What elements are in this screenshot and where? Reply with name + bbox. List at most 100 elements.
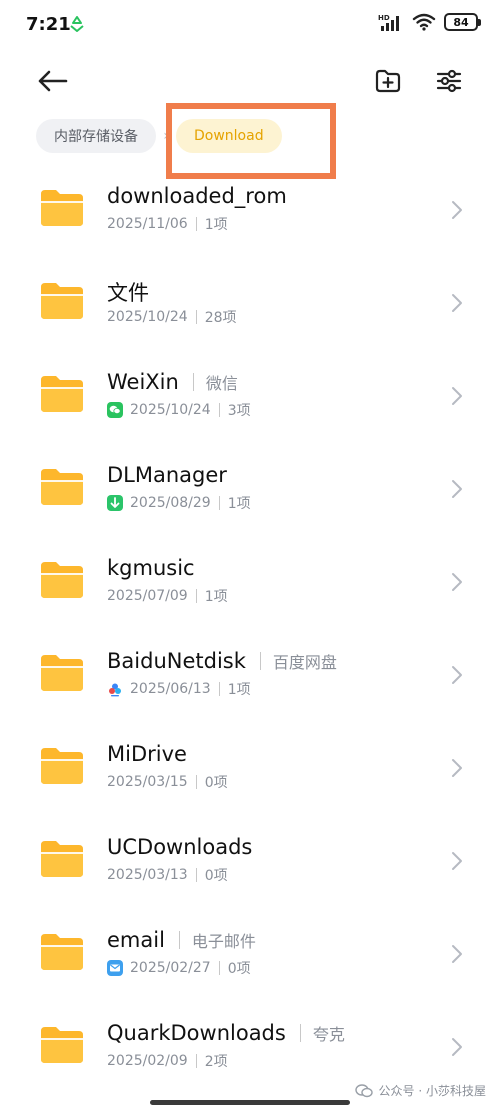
file-meta: 2025/02/09 2项 (107, 1051, 228, 1071)
chevron-right-icon (452, 759, 462, 777)
folder-icon (41, 283, 83, 319)
file-item-count: 0项 (227, 961, 251, 977)
file-row-midrive[interactable]: MiDrive 2025/03/15 0项 (0, 728, 500, 821)
chevron-right-icon (452, 201, 462, 219)
folder-icon (41, 190, 83, 226)
file-item-count: 28项 (204, 310, 237, 326)
file-app-tag: 夸克 (312, 1025, 345, 1044)
wechat-icon (107, 402, 123, 418)
network-label: HD (378, 14, 390, 22)
file-name-line: kgmusic (107, 556, 195, 580)
meta-divider (195, 310, 197, 324)
file-item-count: 1项 (227, 496, 251, 512)
file-date: 2025/10/24 (107, 309, 188, 325)
file-name: UCDownloads (107, 835, 253, 859)
file-meta: 2025/11/06 1项 (107, 214, 228, 234)
file-item-count: 0项 (204, 775, 228, 791)
file-name: WeiXin (107, 370, 179, 394)
file-item-count: 1项 (227, 682, 251, 698)
signal-icon: HD (378, 14, 399, 31)
file-date: 2025/02/09 (107, 1053, 188, 1069)
file-row-dlmanager[interactable]: DLManager 2025/08/29 1项 (0, 449, 500, 542)
file-date: 2025/03/13 (107, 867, 188, 883)
sliders-icon (436, 69, 462, 93)
chevron-right-icon (452, 852, 462, 870)
file-name-line: BaiduNetdisk 百度网盘 (107, 649, 337, 673)
folder-icon (41, 376, 83, 412)
name-divider (299, 1024, 301, 1042)
mail-icon (107, 960, 123, 976)
new-folder-button[interactable] (370, 63, 406, 99)
file-row-downloadedrom[interactable]: downloaded_rom 2025/11/06 1项 (0, 170, 500, 263)
file-row-baidunetdisk[interactable]: BaiduNetdisk 百度网盘 2025/06/13 1项 (0, 635, 500, 728)
status-indicators: HD 84 (378, 13, 481, 31)
wifi-icon (412, 13, 436, 31)
file-name-line: 文件 (107, 277, 149, 307)
meta-divider (195, 775, 197, 789)
file-date: 2025/02/27 (130, 960, 211, 976)
arrow-left-icon (38, 70, 68, 92)
chevron-right-icon (452, 387, 462, 405)
file-row-1[interactable]: 文件 2025/10/24 28项 (0, 263, 500, 356)
file-name: downloaded_rom (107, 184, 287, 208)
folder-plus-icon (375, 69, 401, 93)
meta-divider (195, 868, 197, 882)
file-name: 文件 (107, 281, 149, 305)
status-time: 7:21 (26, 14, 71, 35)
file-name-line: MiDrive (107, 742, 187, 766)
status-bar: 7:21 HD 84 (0, 0, 500, 50)
file-date: 2025/03/15 (107, 774, 188, 790)
file-list: downloaded_rom 2025/11/06 1项文件 2025/10/24 28… (0, 170, 500, 1100)
folder-icon (41, 655, 83, 691)
battery-level: 84 (453, 15, 469, 29)
file-meta: 2025/08/29 1项 (107, 493, 251, 513)
folder-icon (41, 1027, 83, 1063)
breadcrumb-internal-storage[interactable]: 内部存储设备 (36, 119, 156, 153)
file-name-line: QuarkDownloads 夸克 (107, 1021, 345, 1045)
folder-icon (41, 562, 83, 598)
file-meta: 2025/03/15 0项 (107, 772, 228, 792)
file-name: QuarkDownloads (107, 1021, 286, 1045)
file-row-ucdownloads[interactable]: UCDownloads 2025/03/13 0项 (0, 821, 500, 914)
file-name: BaiduNetdisk (107, 649, 246, 673)
battery-icon: 84 (444, 13, 481, 31)
file-name: kgmusic (107, 556, 195, 580)
file-meta: 2025/06/13 1项 (107, 679, 251, 699)
file-name: MiDrive (107, 742, 187, 766)
name-divider (192, 373, 194, 391)
meta-divider (195, 1054, 197, 1068)
download-arrow-icon (107, 495, 123, 511)
meta-divider (195, 217, 197, 231)
file-row-weixin[interactable]: WeiXin 微信 2025/10/24 3项 (0, 356, 500, 449)
folder-icon (41, 934, 83, 970)
watermark-text: 公众号 · 小莎科技屋 (378, 1084, 486, 1098)
chevron-right-icon (452, 294, 462, 312)
meta-divider (195, 589, 197, 603)
file-item-count: 1项 (204, 217, 228, 233)
file-item-count: 2项 (204, 1054, 228, 1070)
file-meta: 2025/10/24 28项 (107, 307, 237, 327)
file-name-line: downloaded_rom (107, 184, 287, 208)
chevron-right-icon (452, 573, 462, 591)
file-meta: 2025/07/09 1项 (107, 586, 228, 606)
meta-divider (218, 403, 220, 417)
name-divider (178, 931, 180, 949)
file-row-email[interactable]: email 电子邮件 2025/02/27 0项 (0, 914, 500, 1007)
file-date: 2025/06/13 (130, 681, 211, 697)
home-indicator[interactable] (150, 1100, 350, 1105)
chevron-right-icon (452, 666, 462, 684)
file-row-kgmusic[interactable]: kgmusic 2025/07/09 1项 (0, 542, 500, 635)
file-date: 2025/10/24 (130, 402, 211, 418)
file-name-line: UCDownloads (107, 835, 252, 859)
file-item-count: 1项 (204, 589, 228, 605)
file-app-tag: 微信 (205, 374, 238, 393)
folder-icon (41, 469, 83, 505)
annotation-highlight-box (166, 103, 336, 179)
chevron-right-icon (452, 945, 462, 963)
filter-button[interactable] (431, 63, 467, 99)
folder-icon (41, 841, 83, 877)
file-name: email (107, 928, 165, 952)
meta-divider (218, 682, 220, 696)
back-button[interactable] (32, 63, 72, 99)
folder-icon (41, 748, 83, 784)
